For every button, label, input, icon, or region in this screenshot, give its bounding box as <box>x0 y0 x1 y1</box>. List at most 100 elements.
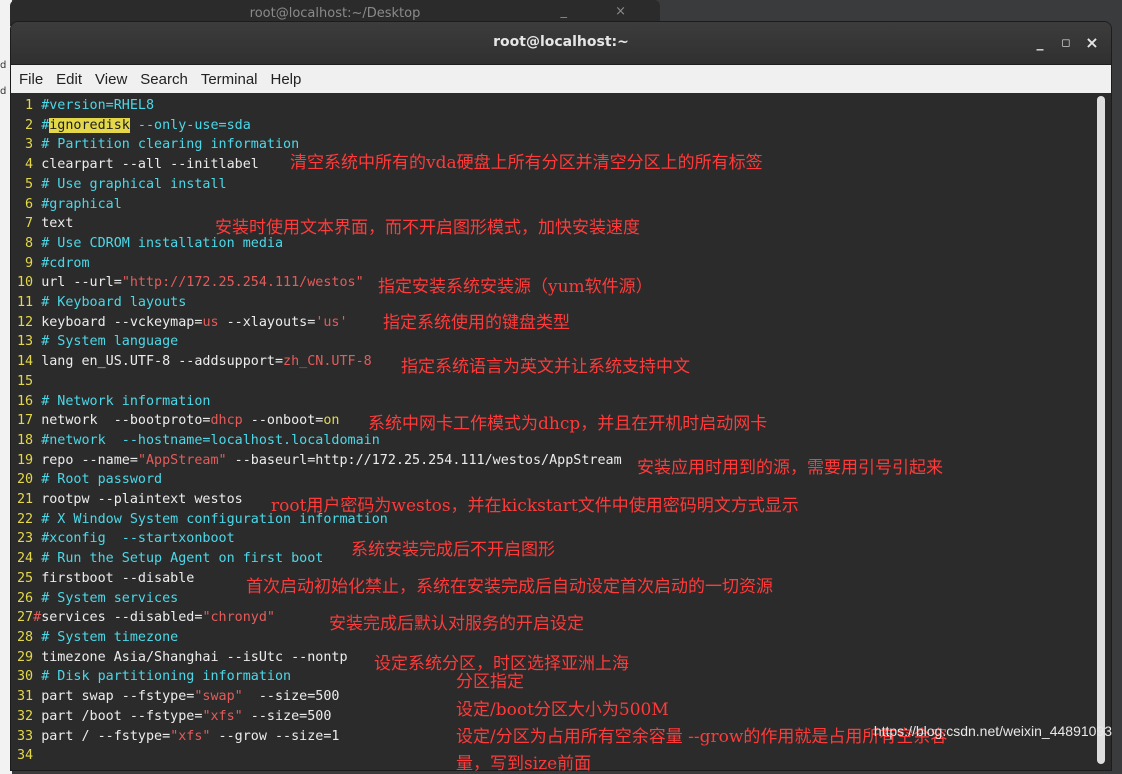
menu-help[interactable]: Help <box>271 71 302 88</box>
code-token: # Use CDROM installation media <box>41 235 284 251</box>
code-token: firstboot --disable <box>41 570 195 586</box>
annotation-rootpw: root用户密码为westos，并在kickstart文件中使用密码明文方式显示 <box>271 496 799 516</box>
line-number: 6 <box>17 196 34 212</box>
code-token: zh_CN.UTF-8 <box>283 354 372 370</box>
code-token: # System timezone <box>41 629 179 645</box>
line-number: 3 <box>17 137 34 153</box>
line-number: 13 <box>17 334 34 350</box>
menu-file[interactable]: File <box>19 71 43 88</box>
menu-view[interactable]: View <box>95 71 127 88</box>
line-number: 1 <box>17 98 34 113</box>
code-line: 2 #ignoredisk --only-use=sda <box>17 116 622 136</box>
scrollbar[interactable] <box>1097 96 1105 764</box>
line-number: 9 <box>17 255 34 271</box>
code-token: dhcp <box>210 413 243 429</box>
code-token: # Run the Setup Agent on first boot <box>41 551 324 567</box>
line-number: 31 <box>17 689 34 705</box>
code-token: us <box>202 314 219 330</box>
line-number: 2 <box>17 117 34 133</box>
line-number: 7 <box>17 216 34 232</box>
line-number: 20 <box>17 472 34 488</box>
code-token: part /boot --fstype= <box>41 708 203 724</box>
line-number: 30 <box>17 669 34 685</box>
watermark: https://blog.csdn.net/weixin_44891093 <box>873 723 1112 739</box>
menu-bar: File Edit View Search Terminal Help <box>11 65 1111 94</box>
code-token: ignoredisk <box>49 117 130 133</box>
code-token: services --disabled= <box>41 610 203 626</box>
code-token: #version=RHEL8 <box>41 98 155 113</box>
line-number: 25 <box>17 570 34 586</box>
code-token: network --bootproto= <box>41 413 211 429</box>
edge-glyph: d <box>0 86 7 97</box>
annotation-keyboard: 指定系统使用的键盘类型 <box>383 313 570 333</box>
code-token: # Use graphical install <box>41 176 227 192</box>
code-token: keyboard --vckeymap= <box>41 314 203 330</box>
annotation-part-boot: 设定/boot分区大小为500M <box>456 700 669 720</box>
code-token: --only-use=sda <box>129 117 251 133</box>
line-number: 10 <box>17 275 34 291</box>
code-line: 6 #graphical <box>17 195 622 215</box>
code-token: rootpw --plaintext westos <box>41 492 243 508</box>
code-token: # System language <box>41 334 179 350</box>
code-token: "http://172.25.254.111/westos" <box>121 275 364 291</box>
line-number: 15 <box>17 373 34 389</box>
code-token: "AppStream" <box>137 452 227 468</box>
line-number: 18 <box>17 432 34 448</box>
code-token: #xconfig --startxonboot <box>41 531 235 547</box>
code-token: repo --name= <box>41 452 138 468</box>
line-number: 27 <box>17 610 34 626</box>
code-token: "chronyd" <box>202 610 275 626</box>
line-number: 24 <box>17 551 34 567</box>
menu-terminal[interactable]: Terminal <box>201 71 258 88</box>
code-token: "xfs" <box>202 708 243 724</box>
code-token: #cdrom <box>41 255 90 271</box>
annotation-part-root-2: 量，写到size前面 <box>456 754 592 774</box>
code-token: "swap" <box>194 689 243 705</box>
close-button[interactable]: × <box>1081 32 1103 54</box>
edge-glyph: d <box>0 60 7 71</box>
code-token: part swap --fstype= <box>41 689 195 705</box>
line-number: 14 <box>17 354 34 370</box>
maximize-button[interactable]: ◻ <box>1055 32 1077 54</box>
code-token: # Partition clearing information <box>41 137 300 153</box>
annotation-clearpart: 清空系统中所有的vda硬盘上所有分区并清空分区上的所有标签 <box>290 153 763 173</box>
code-token: --baseurl=http://172.25.254.111/westos/A… <box>226 452 622 468</box>
line-number: 33 <box>17 728 34 744</box>
code-token: clearpart --all --initlabel <box>41 157 259 173</box>
background-window-controls[interactable]: _ × <box>560 4 648 19</box>
line-number: 11 <box>17 295 34 311</box>
annotation-url: 指定安装系统安装源（yum软件源） <box>378 277 653 297</box>
code-token: # Keyboard layouts <box>41 295 187 311</box>
title-bar[interactable]: root@localhost:~ _ ◻ × <box>11 22 1111 65</box>
annotation-lang: 指定系统语言为英文并让系统支持中文 <box>401 357 690 377</box>
annotation-xconfig: 系统安装完成后不开启图形 <box>351 540 555 560</box>
line-number: 29 <box>17 649 34 665</box>
code-token: --size=500 <box>242 708 332 724</box>
code-line: 5 # Use graphical install <box>17 175 622 195</box>
annotation-network: 系统中网卡工作模式为dhcp，并且在开机时启动网卡 <box>368 414 768 434</box>
code-token: on <box>323 413 340 429</box>
line-number: 16 <box>17 393 34 409</box>
line-number: 23 <box>17 531 34 547</box>
window-title: root@localhost:~ <box>493 34 629 50</box>
code-line: 20 # Root password <box>17 470 622 490</box>
code-token: --onboot= <box>242 413 324 429</box>
line-number: 34 <box>17 748 34 764</box>
code-line: 9 #cdrom <box>17 254 622 274</box>
annotation-firstboot: 首次启动初始化禁止，系统在安装完成后自动设定首次启动的一切资源 <box>246 577 773 597</box>
code-token: #graphical <box>41 196 122 212</box>
code-token: "xfs" <box>170 728 211 744</box>
code-line: 13 # System language <box>17 332 622 352</box>
code-token: part / --fstype= <box>41 728 171 744</box>
code-token: # System services <box>41 590 179 606</box>
menu-edit[interactable]: Edit <box>56 71 82 88</box>
code-line: 19 repo --name="AppStream" --baseurl=htt… <box>17 451 622 471</box>
code-token: --grow --size=1 <box>210 728 340 744</box>
code-token: #network --hostname=localhost.localdomai… <box>41 432 380 448</box>
line-number: 8 <box>17 235 34 251</box>
line-number: 12 <box>17 314 34 330</box>
annotation-repo: 安装应用时用到的源，需要用引号引起来 <box>637 458 943 478</box>
code-token: # <box>33 610 42 626</box>
minimize-button[interactable]: _ <box>1029 32 1051 54</box>
menu-search[interactable]: Search <box>140 71 188 88</box>
